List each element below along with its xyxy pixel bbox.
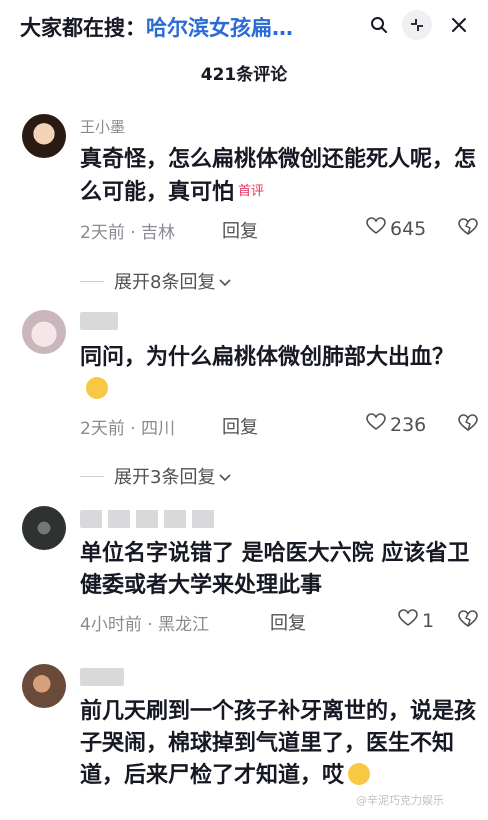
- comment-text-content: 同问，为什么扁桃体微创肺部大出血？: [80, 345, 455, 370]
- comment-time-location: 2天前 · 吉林: [80, 223, 176, 243]
- search-icon[interactable]: [364, 10, 394, 40]
- comment-nickname[interactable]: 王小墨: [80, 116, 125, 137]
- comment-text: 前几天刷到一个孩子补牙离世的，说是孩子哭闹，棉球掉到气道里了，医生不知道，后来尸…: [80, 696, 476, 792]
- like-count: 1: [422, 609, 435, 632]
- comment-nickname[interactable]: [80, 668, 124, 686]
- like-count: 236: [390, 413, 427, 436]
- heart-icon: [366, 413, 386, 436]
- watermark: @辛泥巧克力娱乐: [356, 794, 444, 807]
- like-count: 645: [390, 217, 427, 240]
- dislike-icon[interactable]: [458, 610, 478, 632]
- like-button[interactable]: 645: [366, 217, 426, 240]
- like-button[interactable]: 236: [366, 413, 426, 436]
- top-bar: 大家都在搜：哈尔滨女孩扁…: [0, 0, 488, 52]
- close-icon[interactable]: [444, 10, 474, 40]
- avatar[interactable]: [22, 664, 66, 708]
- heart-icon: [366, 217, 386, 240]
- comment-time-location: 4小时前 · 黑龙江: [80, 615, 210, 635]
- dislike-icon[interactable]: [458, 218, 478, 240]
- divider-line: [80, 280, 104, 282]
- chevron-down-icon: [219, 466, 232, 487]
- comment-text: 单位名字说错了 是哈医大六院 应该省卫健委或者大学来处理此事: [80, 538, 476, 602]
- comment-nickname[interactable]: [80, 510, 220, 528]
- search-prefix: 大家都在搜：: [20, 16, 146, 40]
- expand-replies[interactable]: 展开3条回复: [80, 463, 232, 489]
- crying-face-emoji: [86, 377, 108, 399]
- like-button[interactable]: 1: [398, 609, 434, 632]
- comment-text-content: 单位名字说错了 是哈医大六院 应该省卫健委或者大学来处理此事: [80, 541, 470, 598]
- first-comment-tag: 首评: [238, 184, 265, 199]
- comment-count: 421条评论: [200, 65, 288, 85]
- collapse-icon[interactable]: [402, 10, 432, 40]
- comment-text-content: 真奇怪，怎么扁桃体微创还能死人呢，怎么可能，真可怕: [80, 147, 477, 205]
- comment-text-content: 前几天刷到一个孩子补牙离世的，说是孩子哭闹，棉球掉到气道里了，医生不知道，后来尸…: [80, 699, 477, 788]
- heart-icon: [398, 609, 418, 632]
- avatar[interactable]: [22, 310, 66, 354]
- avatar[interactable]: [22, 114, 66, 158]
- sob-emoji: [348, 763, 371, 785]
- dislike-icon[interactable]: [458, 414, 478, 436]
- reply-button[interactable]: 回复: [270, 609, 306, 635]
- chevron-down-icon: [219, 271, 232, 292]
- search-suggestion[interactable]: 大家都在搜：哈尔滨女孩扁…: [20, 12, 293, 42]
- comment-time-location: 2天前 · 四川: [80, 419, 176, 439]
- reply-button[interactable]: 回复: [222, 217, 258, 243]
- avatar[interactable]: [22, 506, 66, 550]
- reply-button[interactable]: 回复: [222, 413, 258, 439]
- expand-replies[interactable]: 展开8条回复: [80, 268, 232, 294]
- comment-text: 真奇怪，怎么扁桃体微创还能死人呢，怎么可能，真可怕 首评: [80, 144, 476, 209]
- expand-replies-label: 展开3条回复: [114, 467, 216, 488]
- comment-text: 同问，为什么扁桃体微创肺部大出血？: [80, 342, 476, 406]
- search-query-link[interactable]: 哈尔滨女孩扁…: [146, 16, 293, 40]
- comment-nickname[interactable]: [80, 312, 118, 330]
- divider-line: [80, 475, 104, 477]
- expand-replies-label: 展开8条回复: [114, 272, 216, 293]
